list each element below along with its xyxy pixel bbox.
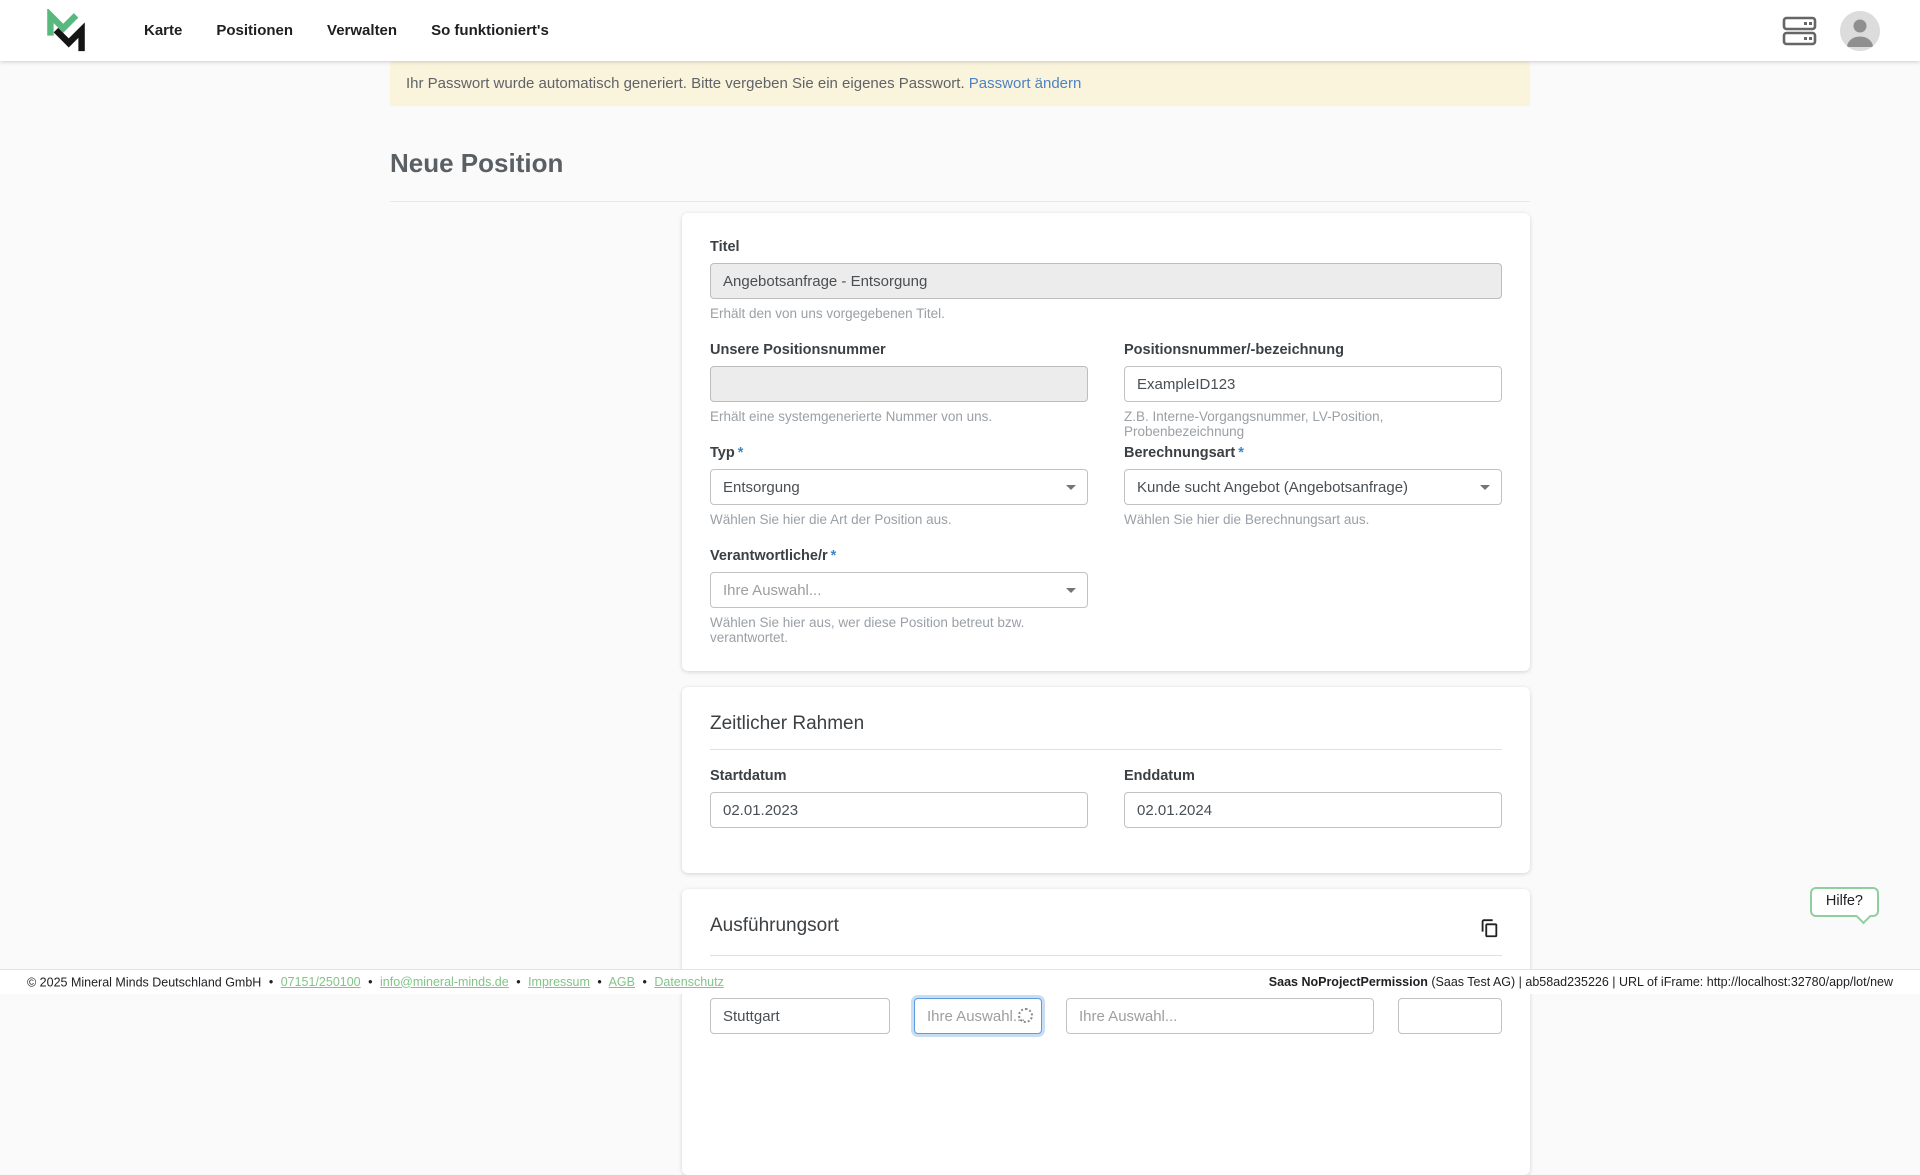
unsere-positionsnummer-helper: Erhält eine systemgenerierte Nummer von … <box>710 409 1088 424</box>
titel-helper: Erhält den von uns vorgegebenen Titel. <box>710 306 1502 321</box>
berechnungsart-select[interactable]: Kunde sucht Angebot (Angebotsanfrage) <box>1124 469 1502 505</box>
footer-left: © 2025 Mineral Minds Deutschland GmbH • … <box>27 975 724 990</box>
berechnungsart-label: Berechnungsart* <box>1124 445 1502 461</box>
mineral-minds-logo-icon[interactable] <box>44 9 88 53</box>
footer-copyright: © 2025 Mineral Minds Deutschland GmbH <box>27 975 261 989</box>
app-footer: © 2025 Mineral Minds Deutschland GmbH • … <box>0 969 1920 994</box>
enddatum-label: Enddatum <box>1124 768 1502 784</box>
footer-link-impressum[interactable]: Impressum <box>528 975 590 989</box>
main-content: Ihr Passwort wurde automatisch generiert… <box>0 61 1920 994</box>
footer-link-datenschutz[interactable]: Datenschutz <box>654 975 723 989</box>
unsere-positionsnummer-label: Unsere Positionsnummer <box>710 342 1088 358</box>
user-avatar-icon[interactable] <box>1840 11 1880 51</box>
banner-message: Ihr Passwort wurde automatisch generiert… <box>406 75 965 92</box>
berechnungsart-select-value: Kunde sucht Angebot (Angebotsanfrage) <box>1137 479 1408 496</box>
footer-link-phone[interactable]: 07151/250100 <box>281 975 361 989</box>
position-details-card: Titel Erhält den von uns vorgegebenen Ti… <box>682 213 1530 671</box>
help-button-label: Hilfe? <box>1826 893 1863 909</box>
loading-spinner-icon <box>1018 1008 1033 1023</box>
verantwortliche-field: Verantwortliche/r* Ihre Auswahl... Wähle… <box>710 548 1088 645</box>
main-nav: Karte Positionen Verwalten So funktionie… <box>144 22 549 39</box>
app-header: Karte Positionen Verwalten So funktionie… <box>0 0 1920 61</box>
server-dns-icon[interactable] <box>1782 15 1818 47</box>
positionsnummer-input[interactable] <box>1124 366 1502 402</box>
positionsnummer-label: Positionsnummer/-bezeichnung <box>1124 342 1502 358</box>
zeitlicher-rahmen-card: Zeitlicher Rahmen Startdatum Enddatum <box>682 687 1530 873</box>
footer-separator: • <box>269 975 273 989</box>
verantwortliche-helper: Wählen Sie hier aus, wer diese Position … <box>710 615 1088 645</box>
ausfuehrungsort-title: Ausführungsort <box>710 915 839 937</box>
page-title: Neue Position <box>390 148 1530 202</box>
copy-icon[interactable] <box>1476 915 1502 941</box>
nav-item-positionen[interactable]: Positionen <box>216 22 293 39</box>
footer-environment-info: Saas NoProjectPermission (Saas Test AG) … <box>1269 975 1893 989</box>
berechnungsart-field: Berechnungsart* Kunde sucht Angebot (Ang… <box>1124 445 1502 546</box>
typ-helper: Wählen Sie hier die Art der Position aus… <box>710 512 1088 527</box>
hausnummer-input[interactable] <box>1398 998 1502 1034</box>
footer-separator: • <box>516 975 520 989</box>
unsere-positionsnummer-input <box>710 366 1088 402</box>
required-asterisk: * <box>831 548 837 564</box>
positionsnummer-field: Positionsnummer/-bezeichnung Z.B. Intern… <box>1124 342 1502 443</box>
typ-label: Typ* <box>710 445 1088 461</box>
startdatum-label: Startdatum <box>710 768 1088 784</box>
verantwortliche-label: Verantwortliche/r* <box>710 548 1088 564</box>
section-divider <box>710 955 1502 956</box>
footer-separator: • <box>642 975 646 989</box>
footer-saas-label: Saas NoProjectPermission <box>1269 975 1428 989</box>
change-password-link[interactable]: Passwort ändern <box>969 75 1082 92</box>
positionsnummer-helper: Z.B. Interne-Vorgangsnummer, LV-Position… <box>1124 409 1502 439</box>
verantwortliche-select-placeholder: Ihre Auswahl... <box>723 582 821 599</box>
typ-field: Typ* Entsorgung Wählen Sie hier die Art … <box>710 445 1088 527</box>
zeitlicher-rahmen-title: Zeitlicher Rahmen <box>710 713 1502 735</box>
footer-link-agb[interactable]: AGB <box>609 975 635 989</box>
ort-input[interactable] <box>710 998 890 1034</box>
typ-select[interactable]: Entsorgung <box>710 469 1088 505</box>
chevron-down-icon <box>1066 485 1076 490</box>
chevron-down-icon <box>1066 588 1076 593</box>
help-button[interactable]: Hilfe? <box>1810 887 1879 917</box>
startdatum-input[interactable] <box>710 792 1088 828</box>
password-notice-banner: Ihr Passwort wurde automatisch generiert… <box>390 61 1530 106</box>
verantwortliche-select[interactable]: Ihre Auswahl... <box>710 572 1088 608</box>
footer-separator: • <box>368 975 372 989</box>
titel-input <box>710 263 1502 299</box>
titel-label: Titel <box>710 239 1502 255</box>
strasse-input[interactable] <box>1066 998 1374 1034</box>
footer-link-email[interactable]: info@mineral-minds.de <box>380 975 509 989</box>
chevron-down-icon <box>1480 485 1490 490</box>
required-asterisk: * <box>1238 445 1244 461</box>
footer-separator: • <box>597 975 601 989</box>
unsere-positionsnummer-field: Unsere Positionsnummer Erhält eine syste… <box>710 342 1088 424</box>
header-actions <box>1782 11 1880 51</box>
nav-item-so-funktionierts[interactable]: So funktioniert's <box>431 22 549 39</box>
typ-select-value: Entsorgung <box>723 479 800 496</box>
required-asterisk: * <box>738 445 744 461</box>
footer-saas-details: (Saas Test AG) | ab58ad235226 | URL of i… <box>1428 975 1893 989</box>
ausfuehrungsort-card: Ausführungsort Ort* PLZ* <box>682 889 1530 1175</box>
enddatum-input[interactable] <box>1124 792 1502 828</box>
startdatum-field: Startdatum <box>710 768 1088 828</box>
titel-field: Titel Erhält den von uns vorgegebenen Ti… <box>710 239 1502 321</box>
berechnungsart-helper: Wählen Sie hier die Berechnungsart aus. <box>1124 512 1502 527</box>
enddatum-field: Enddatum <box>1124 768 1502 847</box>
nav-item-karte[interactable]: Karte <box>144 22 182 39</box>
nav-item-verwalten[interactable]: Verwalten <box>327 22 397 39</box>
section-divider <box>710 749 1502 750</box>
